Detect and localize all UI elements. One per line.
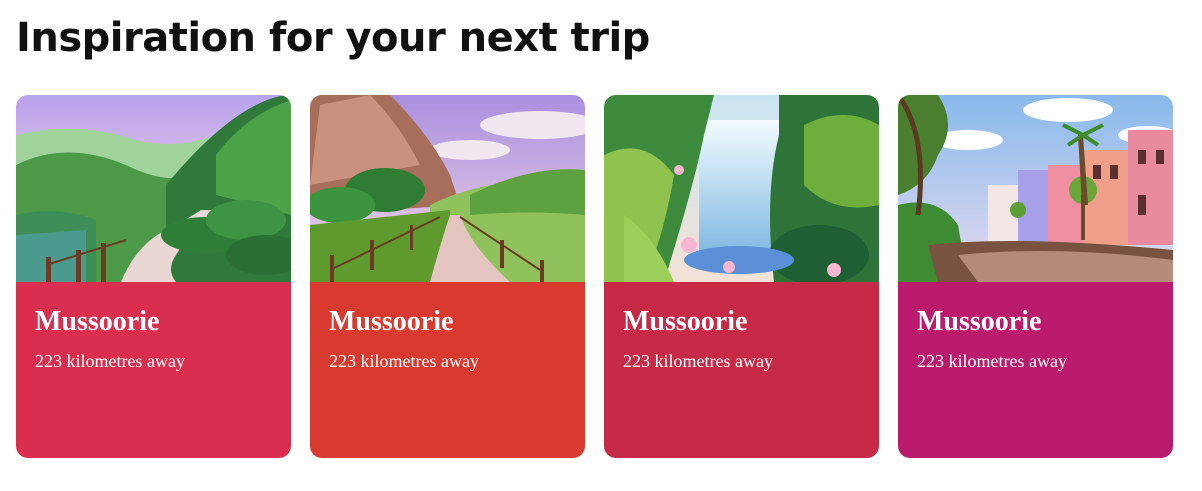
- trip-card-4[interactable]: Mussoorie 223 kilometres away: [898, 95, 1173, 458]
- card-body: Mussoorie 223 kilometres away: [310, 282, 585, 458]
- trip-card-3[interactable]: Mussoorie 223 kilometres away: [604, 95, 879, 458]
- cliff-road-image: [310, 95, 585, 282]
- card-distance: 223 kilometres away: [623, 351, 773, 371]
- card-distance: 223 kilometres away: [917, 351, 1067, 371]
- trip-card-1[interactable]: Mussoorie 223 kilometres away: [16, 95, 291, 458]
- card-title: Mussoorie: [329, 306, 454, 337]
- card-body: Mussoorie 223 kilometres away: [898, 282, 1173, 458]
- mountain-valley-image: [16, 95, 291, 282]
- card-title: Mussoorie: [623, 306, 748, 337]
- trip-card-2[interactable]: Mussoorie 223 kilometres away: [310, 95, 585, 458]
- card-title: Mussoorie: [35, 306, 160, 337]
- card-distance: 223 kilometres away: [329, 351, 479, 371]
- card-body: Mussoorie 223 kilometres away: [16, 282, 291, 458]
- card-title: Mussoorie: [917, 306, 1042, 337]
- waterfall-image: [604, 95, 879, 282]
- trip-cards-row: Mussoorie 223 kilometres away Mussoorie …: [16, 95, 1173, 458]
- street-houses-image: [898, 95, 1173, 282]
- card-body: Mussoorie 223 kilometres away: [604, 282, 879, 458]
- card-distance: 223 kilometres away: [35, 351, 185, 371]
- page-title: Inspiration for your next trip: [16, 15, 650, 61]
